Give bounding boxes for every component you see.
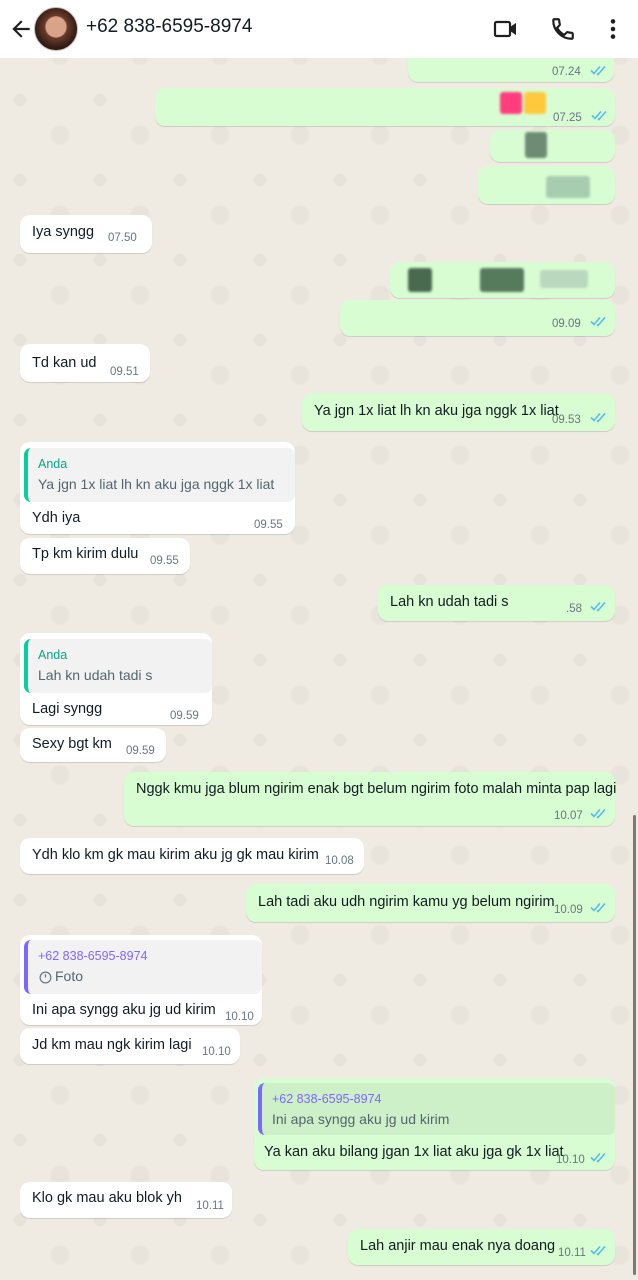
quote-text: Ini apa syngg aku jg ud kirim bbox=[272, 1111, 450, 1127]
message-time: 10.07 bbox=[554, 810, 583, 822]
message-bubble-in[interactable]: Tp km kirim dulu 09.55 bbox=[20, 538, 190, 574]
message-bubble-out[interactable]: 09.09 bbox=[340, 300, 615, 336]
message-bubble-in[interactable]: +62 838-6595-8974 Foto Ini apa syngg aku… bbox=[20, 935, 262, 1025]
message-bubble-in[interactable]: Iya syngg 07.50 bbox=[20, 215, 152, 253]
double-check-icon bbox=[590, 1245, 606, 1256]
message-time: 09.09 bbox=[552, 318, 581, 330]
double-check-icon bbox=[590, 65, 606, 76]
quote-author: +62 838-6595-8974 bbox=[272, 1092, 382, 1106]
message-bubble-out[interactable] bbox=[390, 262, 615, 298]
message-time: 09.53 bbox=[552, 414, 581, 426]
message-text: Klo gk mau aku blok yh bbox=[32, 1190, 182, 1206]
quoted-message[interactable]: Anda Lah kn udah tadi s bbox=[24, 639, 212, 693]
message-bubble-out[interactable]: 07.24 bbox=[408, 56, 614, 82]
message-time: 09.59 bbox=[126, 745, 155, 757]
message-bubble-out[interactable]: Lah kn udah tadi s .58 bbox=[378, 585, 615, 621]
message-text: Ini apa syngg aku jg ud kirim bbox=[32, 1002, 216, 1018]
double-check-icon bbox=[590, 316, 606, 327]
scrollbar[interactable] bbox=[633, 815, 636, 1275]
message-bubble-out[interactable]: Nggk kmu jga blum ngirim enak bgt belum … bbox=[124, 772, 617, 826]
message-time: 10.10 bbox=[202, 1046, 231, 1058]
message-time: 09.55 bbox=[150, 555, 179, 567]
message-text: Ya jgn 1x liat lh kn aku jga nggk 1x lia… bbox=[314, 403, 559, 419]
message-bubble-in[interactable]: Jd km mau ngk kirim lagi 10.10 bbox=[20, 1028, 240, 1064]
message-time: .58 bbox=[566, 603, 582, 615]
avatar[interactable] bbox=[34, 7, 78, 51]
message-text: Ydh klo km gk mau kirim aku jg gk mau ki… bbox=[32, 847, 319, 863]
quote-text: Lah kn udah tadi s bbox=[38, 667, 153, 683]
quote-text: Foto bbox=[55, 968, 84, 984]
quote-author: Anda bbox=[38, 648, 68, 662]
message-bubble-out[interactable] bbox=[478, 166, 615, 204]
message-bubble-out[interactable]: 07.25 bbox=[155, 88, 615, 126]
message-time: 09.51 bbox=[110, 366, 139, 378]
message-text: Lah tadi aku udh ngirim kamu yg belum ng… bbox=[258, 894, 555, 910]
quoted-message[interactable]: Anda Ya jgn 1x liat lh kn aku jga nggk 1… bbox=[24, 448, 295, 502]
message-bubble-out[interactable]: +62 838-6595-8974 Ini apa syngg aku jg u… bbox=[254, 1078, 615, 1170]
phone-icon[interactable] bbox=[550, 16, 576, 42]
redacted-content bbox=[546, 176, 590, 198]
message-bubble-out[interactable] bbox=[490, 130, 615, 162]
message-text: Ydh iya bbox=[32, 510, 81, 526]
message-bubble-out[interactable]: Lah tadi aku udh ngirim kamu yg belum ng… bbox=[246, 884, 615, 922]
redacted-content bbox=[540, 270, 588, 288]
message-bubble-out[interactable]: Lah anjir mau enak nya doang 10.11 bbox=[348, 1229, 615, 1265]
message-time: 10.11 bbox=[558, 1247, 586, 1259]
message-bubble-in[interactable]: Klo gk mau aku blok yh 10.11 bbox=[20, 1182, 232, 1218]
message-time: 07.25 bbox=[553, 112, 582, 124]
message-text: Lagi syngg bbox=[32, 701, 103, 717]
message-text: Tp km kirim dulu bbox=[32, 546, 139, 562]
message-text: Sexy bgt km bbox=[32, 736, 112, 752]
message-bubble-in[interactable]: Ydh klo km gk mau kirim aku jg gk mau ki… bbox=[20, 838, 364, 874]
quote-author: Anda bbox=[38, 457, 68, 471]
double-check-icon bbox=[590, 808, 606, 819]
more-options-icon[interactable] bbox=[600, 16, 626, 42]
back-arrow-icon[interactable] bbox=[8, 16, 34, 42]
message-time: 09.59 bbox=[170, 710, 199, 722]
message-text: Lah kn udah tadi s bbox=[390, 594, 509, 610]
quoted-message[interactable]: +62 838-6595-8974 Ini apa syngg aku jg u… bbox=[258, 1083, 615, 1135]
message-time: 10.10 bbox=[556, 1154, 585, 1166]
message-text: Jd km mau ngk kirim lagi bbox=[32, 1037, 192, 1053]
quote-text: Ya jgn 1x liat lh kn aku jga nggk 1x lia… bbox=[38, 476, 275, 492]
contact-name[interactable]: +62 838-6595-8974 bbox=[86, 16, 252, 38]
message-text: Iya syngg bbox=[32, 224, 95, 240]
chat-header: +62 838-6595-8974 bbox=[0, 0, 638, 58]
double-check-icon bbox=[591, 110, 607, 121]
message-text: Td kan ud bbox=[32, 355, 97, 371]
quoted-message[interactable]: +62 838-6595-8974 Foto bbox=[24, 940, 262, 994]
message-time: 07.50 bbox=[108, 232, 137, 244]
double-check-icon bbox=[590, 601, 606, 612]
video-call-icon[interactable] bbox=[493, 16, 519, 42]
redacted-content bbox=[480, 268, 524, 292]
message-bubble-in[interactable]: Anda Lah kn udah tadi s Lagi syngg 09.59 bbox=[20, 633, 212, 725]
quote-author: +62 838-6595-8974 bbox=[38, 949, 148, 963]
message-time: 10.08 bbox=[325, 855, 354, 867]
message-text: Nggk kmu jga blum ngirim enak bgt belum … bbox=[136, 781, 617, 797]
redacted-content bbox=[524, 92, 546, 114]
message-bubble-in[interactable]: Td kan ud 09.51 bbox=[20, 344, 150, 382]
message-time: 09.55 bbox=[254, 519, 283, 531]
message-text: Lah anjir mau enak nya doang bbox=[360, 1238, 556, 1254]
clock-icon bbox=[39, 971, 52, 984]
redacted-content bbox=[525, 132, 547, 158]
redacted-content bbox=[500, 92, 522, 114]
message-time: 10.10 bbox=[225, 1011, 254, 1023]
message-time: 07.24 bbox=[552, 66, 581, 78]
message-time: 10.11 bbox=[196, 1200, 224, 1212]
double-check-icon bbox=[590, 412, 606, 423]
message-time: 10.09 bbox=[554, 904, 583, 916]
redacted-content bbox=[408, 268, 432, 292]
message-bubble-in[interactable]: Sexy bgt km 09.59 bbox=[20, 728, 166, 762]
message-bubble-in[interactable]: Anda Ya jgn 1x liat lh kn aku jga nggk 1… bbox=[20, 442, 295, 534]
message-text: Ya kan aku bilang jgan 1x liat aku jga g… bbox=[264, 1144, 564, 1160]
double-check-icon bbox=[590, 1152, 606, 1163]
double-check-icon bbox=[590, 902, 606, 913]
message-bubble-out[interactable]: Ya jgn 1x liat lh kn aku jga nggk 1x lia… bbox=[302, 393, 615, 431]
